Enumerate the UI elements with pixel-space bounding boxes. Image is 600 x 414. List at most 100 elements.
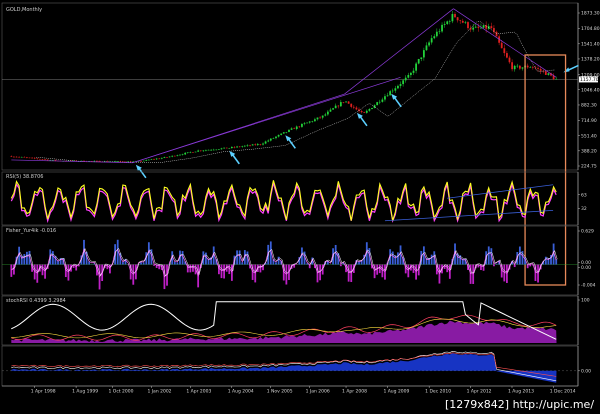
fisher-bar — [10, 264, 13, 277]
fisher-bar — [51, 251, 54, 265]
candle — [41, 159, 44, 160]
candle — [384, 96, 386, 100]
candle — [33, 157, 36, 159]
candle — [350, 103, 353, 107]
trendline — [132, 77, 401, 164]
candle — [15, 156, 18, 158]
candle — [246, 145, 249, 146]
candle — [456, 17, 459, 21]
arrowhead — [563, 67, 570, 73]
candle — [223, 147, 225, 149]
bottom-indicator-panel[interactable]: 0.00 — [1, 345, 591, 387]
candle — [298, 126, 301, 128]
candle — [243, 145, 246, 147]
candle — [256, 144, 259, 146]
candle — [324, 114, 327, 116]
x-tick-label: 1 Dec 2014 — [550, 389, 576, 395]
candle — [251, 144, 254, 146]
candle — [451, 14, 454, 22]
candle — [189, 152, 192, 153]
y-tick-label: 882.30 — [581, 103, 597, 109]
fisher-bar — [334, 244, 337, 265]
candle — [293, 128, 296, 130]
y-tick-label: 551.40 — [581, 133, 597, 139]
fisher-bar — [358, 261, 360, 265]
candle — [428, 42, 430, 46]
y-tick-label: 100 — [581, 298, 590, 304]
candle — [179, 154, 181, 156]
candle — [326, 111, 329, 115]
candle — [544, 71, 547, 75]
candle — [500, 42, 503, 49]
x-tick-label: 1 Aug 2009 — [383, 389, 409, 395]
candle — [277, 134, 280, 137]
candle — [347, 101, 350, 104]
candle — [140, 161, 142, 162]
candle — [531, 67, 534, 68]
moving-average — [36, 20, 555, 163]
candle — [376, 102, 379, 106]
fisher-panel[interactable]: 0.6290.000.00-0.004 — [1, 225, 596, 296]
price-panel[interactable]: 1873.301704.801541.401378.201209.001046.… — [1, 2, 600, 286]
x-tick-label: 1 Aug 2013 — [508, 389, 534, 395]
candle — [259, 144, 262, 145]
candle — [474, 26, 477, 28]
fisher-bar — [415, 264, 417, 280]
rsi-trendline — [384, 210, 554, 222]
trendline — [11, 159, 133, 164]
candle — [438, 31, 441, 33]
candle — [197, 150, 200, 152]
candle — [275, 136, 277, 139]
candle — [166, 157, 168, 158]
fisher-bar — [189, 264, 192, 273]
candle — [155, 158, 158, 160]
candle — [339, 102, 342, 107]
fisher-bar — [259, 264, 262, 273]
candle — [467, 22, 469, 29]
panel-title-price: GOLD,Monthly — [6, 7, 42, 13]
fisher-bar — [275, 262, 277, 265]
candle — [433, 36, 436, 39]
stochrsi-panel[interactable]: 100 — [1, 295, 590, 346]
fisher-bar — [192, 264, 194, 272]
candle — [407, 74, 410, 78]
candle — [412, 70, 415, 73]
candle — [337, 105, 340, 107]
x-axis: 1 Apr 1998 1 Aug 1999 1 Oct 2000 1 Jan 2002… — [2, 385, 578, 395]
candle — [316, 117, 319, 120]
candle — [207, 149, 210, 151]
candle — [506, 53, 508, 58]
fisher-bar — [122, 262, 124, 265]
candle — [459, 20, 462, 21]
candle — [389, 91, 392, 96]
y-tick-label: 1704.80 — [581, 26, 600, 32]
fisher-bar — [493, 264, 495, 267]
candle — [529, 67, 532, 68]
fisher-bar — [57, 261, 59, 265]
candle — [308, 121, 311, 123]
x-tick-label: 1 Apr 2008 — [342, 389, 367, 395]
candle — [417, 59, 420, 64]
candle — [38, 158, 41, 160]
candle — [225, 147, 228, 149]
candle — [368, 109, 371, 111]
candle — [386, 95, 389, 97]
candle — [269, 138, 272, 141]
fisher-bar — [142, 262, 145, 265]
y-tick-label: 714.90 — [581, 118, 597, 124]
panel-title-stochrsi: stochRSI 0.4399 3.2984 — [6, 298, 66, 304]
fisher-bar — [487, 246, 490, 265]
candle — [342, 102, 345, 103]
fisher-bar — [223, 264, 225, 279]
x-tick-label: 1 Aug 1999 — [72, 389, 98, 395]
candle — [228, 147, 231, 149]
x-tick-label: 1 Apr 2003 — [186, 389, 211, 395]
candle — [51, 159, 54, 161]
candle — [210, 149, 213, 151]
candle — [212, 149, 215, 151]
candle — [314, 119, 316, 122]
current-price-label: 1157.70 — [580, 77, 599, 83]
rsi-panel[interactable]: 63 32 — [1, 171, 587, 226]
fisher-bar — [506, 264, 508, 283]
fisher-bar — [236, 250, 238, 265]
